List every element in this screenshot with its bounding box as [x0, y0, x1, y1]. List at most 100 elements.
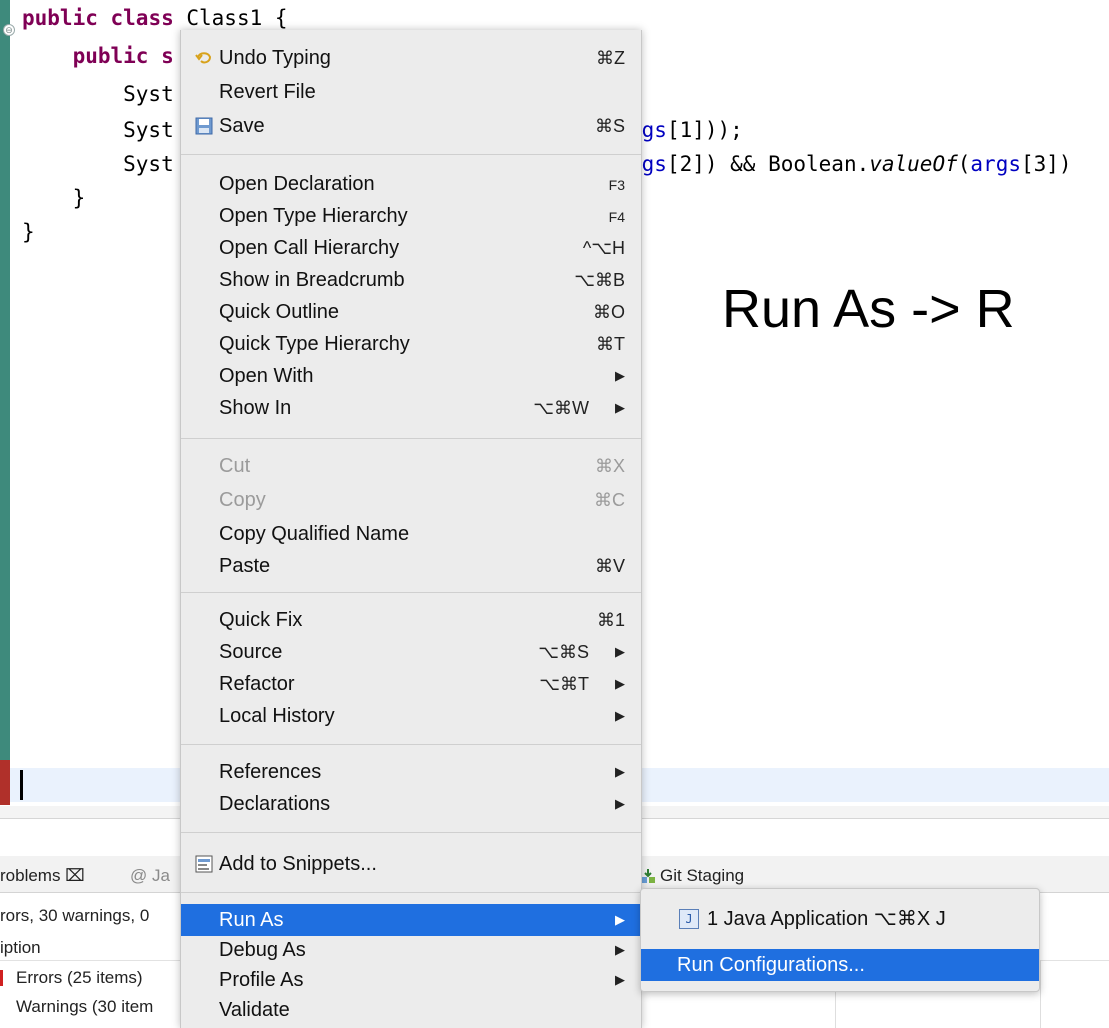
- menu-item-label: Open Call Hierarchy: [219, 237, 400, 259]
- menu-item-label: Quick Type Hierarchy: [219, 333, 410, 355]
- submenu-item-java-application[interactable]: J 1 Java Application ⌥⌘X J: [641, 901, 1039, 933]
- menu-item-paste[interactable]: Paste ⌘V: [181, 550, 641, 582]
- menu-separator: [181, 154, 641, 155]
- menu-item-label: Cut: [219, 455, 251, 477]
- code-line-7: }: [22, 220, 35, 244]
- menu-item-debug-as[interactable]: Debug As ▶: [181, 934, 641, 966]
- submenu-arrow-icon: ▶: [615, 368, 625, 383]
- menu-item-quick-fix[interactable]: Quick Fix ⌘1: [181, 604, 641, 636]
- menu-item-label: Paste: [219, 555, 271, 577]
- menu-item-label: Quick Fix: [219, 609, 303, 631]
- menu-item-references[interactable]: References ▶: [181, 756, 641, 788]
- menu-separator: [181, 892, 641, 893]
- annotation-text: Run As -> R: [722, 279, 1015, 339]
- menu-separator: [181, 438, 641, 439]
- save-icon: [195, 117, 213, 135]
- menu-item-open-type-hierarchy[interactable]: Open Type Hierarchy F4: [181, 200, 641, 232]
- undo-icon: [195, 52, 212, 64]
- menu-item-copy[interactable]: Copy ⌘C: [181, 484, 641, 516]
- menu-item-label: Refactor: [219, 673, 295, 695]
- menu-item-shortcut: ⌘S: [594, 116, 625, 136]
- menu-item-label: Revert File: [219, 81, 316, 103]
- menu-item-label: Run As: [219, 909, 284, 931]
- menu-item-label: Open With: [219, 365, 314, 387]
- menu-item-shortcut: F4: [608, 209, 625, 225]
- editor-gutter-marker: [0, 760, 10, 805]
- submenu-arrow-icon: ▶: [615, 796, 625, 811]
- git-staging-icon: [641, 869, 655, 883]
- menu-item-shortcut: ⌥⌘S: [538, 642, 589, 662]
- menu-item-label: Profile As: [219, 969, 304, 991]
- menu-item-shortcut: ⌘C: [594, 490, 625, 510]
- submenu-item-run-configurations[interactable]: Run Configurations...: [641, 949, 1039, 981]
- submenu-arrow-icon: ▶: [615, 644, 625, 659]
- menu-item-label: Declarations: [219, 793, 331, 815]
- menu-item-save[interactable]: Save ⌘S: [181, 110, 641, 142]
- menu-separator: [181, 592, 641, 593]
- code-line-6: }: [22, 186, 86, 210]
- menu-item-shortcut: ⌥⌘B: [574, 270, 625, 290]
- fold-toggle-icon[interactable]: ⊖: [3, 24, 15, 36]
- menu-item-label: Save: [219, 115, 265, 137]
- menu-item-refactor[interactable]: Refactor ⌥⌘T ▶: [181, 668, 641, 700]
- menu-item-copy-qualified-name[interactable]: Copy Qualified Name: [181, 518, 641, 550]
- menu-item-shortcut: ⌘X: [594, 456, 625, 476]
- menu-item-local-history[interactable]: Local History ▶: [181, 700, 641, 732]
- submenu-item-label: Run Configurations...: [677, 954, 865, 976]
- code-line-2: public s: [72, 44, 174, 68]
- menu-item-show-in-breadcrumb[interactable]: Show in Breadcrumb ⌥⌘B: [181, 264, 641, 296]
- tab-problems[interactable]: roblems ⌧: [0, 866, 85, 886]
- context-menu: Undo Typing ⌘Z Revert File Save ⌘S Open …: [180, 30, 642, 1028]
- menu-item-quick-outline[interactable]: Quick Outline ⌘O: [181, 296, 641, 328]
- menu-item-quick-type-hierarchy[interactable]: Quick Type Hierarchy ⌘T: [181, 328, 641, 360]
- menu-item-label: Show in Breadcrumb: [219, 269, 405, 291]
- code-fragment-line-4: rgs[1]));: [629, 118, 743, 142]
- menu-item-source[interactable]: Source ⌥⌘S ▶: [181, 636, 641, 668]
- menu-item-shortcut: ⌘1: [596, 610, 625, 630]
- menu-item-shortcut: ⌘O: [592, 302, 625, 322]
- menu-item-label: Undo Typing: [219, 47, 331, 69]
- editor-gutter-strip: [0, 0, 10, 760]
- menu-item-shortcut: ⌘T: [596, 334, 625, 354]
- menu-item-shortcut: F3: [608, 177, 625, 193]
- menu-item-add-to-snippets[interactable]: Add to Snippets...: [181, 848, 641, 880]
- menu-item-label: Add to Snippets...: [219, 853, 377, 875]
- menu-item-cut[interactable]: Cut ⌘X: [181, 450, 641, 482]
- submenu-arrow-icon: ▶: [615, 764, 625, 779]
- menu-item-declarations[interactable]: Declarations ▶: [181, 788, 641, 820]
- menu-item-run-as[interactable]: Run As ▶: [181, 904, 641, 936]
- column-description[interactable]: iption: [0, 938, 41, 958]
- submenu-arrow-icon: ▶: [615, 972, 625, 987]
- tab-javadoc[interactable]: @ Ja: [130, 866, 170, 886]
- menu-item-label: Validate: [219, 999, 290, 1021]
- menu-item-label: Copy: [219, 489, 266, 511]
- tab-git-staging[interactable]: Git Staging: [660, 866, 744, 886]
- code-fragment-line-5: rgs[2]) && Boolean.valueOf(args[3]): [629, 152, 1072, 176]
- menu-item-label: Local History: [219, 705, 335, 727]
- menu-item-label: References: [219, 761, 322, 783]
- error-marker-icon: [0, 970, 3, 986]
- column-divider: [1040, 960, 1041, 1028]
- submenu-arrow-icon: ▶: [615, 912, 625, 927]
- row-errors[interactable]: Errors (25 items): [16, 968, 143, 988]
- menu-item-undo-typing[interactable]: Undo Typing ⌘Z: [181, 42, 641, 74]
- menu-item-label: Source: [219, 641, 283, 663]
- menu-item-revert-file[interactable]: Revert File: [181, 76, 641, 108]
- menu-separator: [181, 744, 641, 745]
- menu-item-label: Quick Outline: [219, 301, 340, 323]
- menu-item-shortcut: ⌘Z: [596, 48, 625, 68]
- menu-item-label: Open Type Hierarchy: [219, 205, 408, 227]
- menu-item-profile-as[interactable]: Profile As ▶: [181, 964, 641, 996]
- menu-item-open-call-hierarchy[interactable]: Open Call Hierarchy ^⌥H: [181, 232, 641, 264]
- menu-item-shortcut: ^⌥H: [582, 238, 625, 258]
- menu-item-open-with[interactable]: Open With ▶: [181, 360, 641, 392]
- row-warnings[interactable]: Warnings (30 item: [16, 997, 153, 1017]
- menu-item-validate[interactable]: Validate: [181, 994, 641, 1026]
- menu-separator: [181, 832, 641, 833]
- submenu-item-label: 1 Java Application ⌥⌘X J: [707, 908, 946, 930]
- menu-item-show-in[interactable]: Show In ⌥⌘W ▶: [181, 392, 641, 424]
- run-as-submenu: J 1 Java Application ⌥⌘X J Run Configura…: [640, 888, 1040, 992]
- menu-item-label: Debug As: [219, 939, 306, 961]
- menu-item-open-declaration[interactable]: Open Declaration F3: [181, 168, 641, 200]
- menu-item-shortcut: ⌥⌘W: [533, 398, 589, 418]
